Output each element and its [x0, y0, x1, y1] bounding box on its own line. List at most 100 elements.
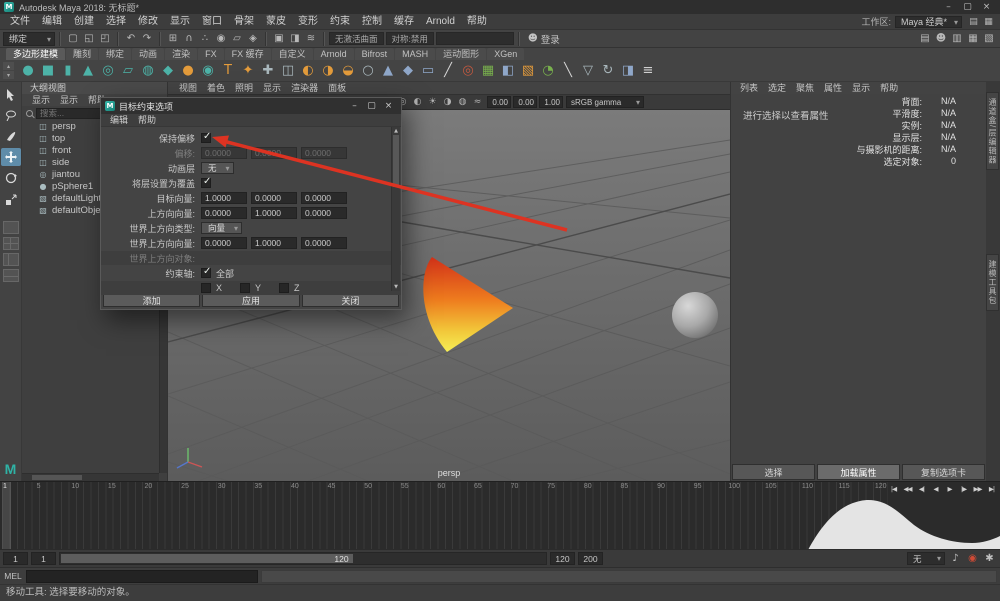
- screen-space-ao-icon[interactable]: ◍: [455, 96, 470, 109]
- menu-item[interactable]: 蒙皮: [260, 14, 292, 29]
- menu-item[interactable]: 窗口: [196, 14, 228, 29]
- select-tool-button[interactable]: [1, 85, 21, 103]
- dialog-minimize-button[interactable]: –: [346, 99, 363, 114]
- constraint-axis-y-checkbox[interactable]: [240, 283, 250, 293]
- minimize-button[interactable]: –: [939, 1, 958, 14]
- gamma-field[interactable]: [539, 96, 563, 108]
- command-input[interactable]: [26, 570, 258, 583]
- up-vector-y-field[interactable]: [251, 207, 297, 219]
- dialog-maximize-button[interactable]: ▢: [363, 99, 380, 114]
- aim-vector-z-field[interactable]: [301, 192, 347, 204]
- panel-button[interactable]: 选择: [732, 464, 815, 480]
- auto-keyframe-icon[interactable]: ◉: [965, 552, 980, 566]
- anim-preferences-icon[interactable]: ✱: [982, 552, 997, 566]
- shelf-tab[interactable]: 多边形建模: [6, 48, 65, 60]
- options-icon[interactable]: ≡: [638, 61, 658, 81]
- set-layer-override-checkbox[interactable]: [201, 178, 211, 188]
- redo-icon[interactable]: ↷: [139, 31, 155, 46]
- lighting-icon[interactable]: ☀: [425, 96, 440, 109]
- animation-start-field[interactable]: [3, 552, 28, 565]
- mel-label[interactable]: MEL: [0, 571, 26, 581]
- interface-toggle-icon[interactable]: ▦: [981, 17, 996, 27]
- snap-point-icon[interactable]: ∴: [197, 31, 213, 46]
- dialog-close-icon[interactable]: ×: [380, 99, 397, 114]
- attribute-editor-menu[interactable]: 属性: [819, 82, 847, 94]
- four-pane-layout-button[interactable]: [3, 237, 19, 250]
- menu-item[interactable]: Arnold: [420, 14, 461, 29]
- attribute-editor-menu[interactable]: 列表: [735, 82, 763, 94]
- outliner-menu[interactable]: 显示: [28, 94, 54, 106]
- step-forward-frame-icon[interactable]: |▶: [957, 483, 970, 494]
- poly-pipe-icon[interactable]: ◉: [198, 61, 218, 81]
- boolean-union-icon[interactable]: ◐: [298, 61, 318, 81]
- symmetry-icon[interactable]: ◨: [618, 61, 638, 81]
- world-up-vector-y-field[interactable]: [251, 237, 297, 249]
- snap-view-plane-icon[interactable]: ▱: [229, 31, 245, 46]
- channel-box-layer-editor-tab[interactable]: 通道盒/层编辑器: [986, 92, 999, 170]
- poly-cube-icon[interactable]: ■: [38, 61, 58, 81]
- symmetry-box[interactable]: 对称:禁用: [386, 32, 434, 45]
- world-up-vector-x-field[interactable]: [201, 237, 247, 249]
- combine-icon[interactable]: ✚: [258, 61, 278, 81]
- playback-end-field[interactable]: [550, 552, 575, 565]
- modeling-toolkit-tab[interactable]: 建模工具包: [986, 254, 999, 311]
- menu-item[interactable]: 编辑: [36, 14, 68, 29]
- mirror-icon[interactable]: ◧: [498, 61, 518, 81]
- humanik-toggle-icon[interactable]: ☻: [933, 31, 949, 46]
- play-backward-icon[interactable]: ◀: [929, 483, 942, 494]
- view-transform-dropdown[interactable]: sRGB gamma: [566, 96, 644, 108]
- spin-edge-icon[interactable]: ↻: [598, 61, 618, 81]
- poly-platonic-icon[interactable]: ◆: [158, 61, 178, 81]
- modeling-toolkit-toggle-icon[interactable]: ▤: [917, 31, 933, 46]
- aim-vector-x-field[interactable]: [201, 192, 247, 204]
- channel-box-toggle-icon[interactable]: ▧: [981, 31, 997, 46]
- step-back-frame-icon[interactable]: ◀|: [915, 483, 928, 494]
- attribute-editor-menu[interactable]: 帮助: [875, 82, 903, 94]
- offset-x-field[interactable]: [201, 147, 247, 159]
- attribute-editor-menu[interactable]: 聚焦: [791, 82, 819, 94]
- step-forward-key-icon[interactable]: ▶▶: [971, 483, 984, 494]
- sculpt-tool-icon[interactable]: ◔: [538, 61, 558, 81]
- nurbs-sphere-icon[interactable]: ●: [178, 61, 198, 81]
- poly-cone-icon[interactable]: ▲: [78, 61, 98, 81]
- smooth-icon[interactable]: ○: [358, 61, 378, 81]
- poly-text-icon[interactable]: T: [218, 61, 238, 81]
- workspace-settings-icon[interactable]: ▤: [966, 17, 981, 27]
- attribute-editor-menu[interactable]: 选定: [763, 82, 791, 94]
- bevel-icon[interactable]: ◆: [398, 61, 418, 81]
- shelf-tab[interactable]: 渲染: [165, 48, 197, 60]
- uv-editor-icon[interactable]: ▧: [518, 61, 538, 81]
- shelf-tab[interactable]: FX 缓存: [225, 48, 271, 60]
- snap-curve-icon[interactable]: ∩: [181, 31, 197, 46]
- open-scene-icon[interactable]: ◱: [81, 31, 97, 46]
- maintain-offset-checkbox[interactable]: [201, 133, 211, 143]
- viewport-menu[interactable]: 着色: [202, 82, 230, 94]
- animation-layer-dropdown[interactable]: 无: [201, 162, 234, 174]
- two-pane-side-layout-button[interactable]: [3, 253, 19, 266]
- menu-item[interactable]: 控制: [356, 14, 388, 29]
- viewport-menu[interactable]: 面板: [323, 82, 351, 94]
- viewport-menu[interactable]: 渲染器: [286, 82, 323, 94]
- lasso-tool-button[interactable]: [1, 106, 21, 124]
- playback-start-field[interactable]: [31, 552, 56, 565]
- world-up-vector-z-field[interactable]: [301, 237, 347, 249]
- boolean-intersection-icon[interactable]: ◒: [338, 61, 358, 81]
- menu-item[interactable]: 缓存: [388, 14, 420, 29]
- sound-icon[interactable]: ♪: [948, 552, 963, 566]
- shelf-tab[interactable]: XGen: [487, 48, 524, 60]
- viewport-menu[interactable]: 视图: [174, 82, 202, 94]
- character-set-dropdown[interactable]: 无: [907, 552, 945, 565]
- up-vector-z-field[interactable]: [301, 207, 347, 219]
- offset-z-field[interactable]: [301, 147, 347, 159]
- motion-blur-icon[interactable]: ≈: [470, 96, 485, 109]
- up-vector-x-field[interactable]: [201, 207, 247, 219]
- poly-torus-icon[interactable]: ◎: [98, 61, 118, 81]
- aim-vector-y-field[interactable]: [251, 192, 297, 204]
- dialog-titlebar[interactable]: M 目标约束选项 – ▢ ×: [101, 98, 401, 114]
- shelf-switcher[interactable]: ▴▾: [3, 62, 14, 79]
- multi-cut-icon[interactable]: ╱: [438, 61, 458, 81]
- world-up-type-dropdown[interactable]: 向量: [201, 222, 242, 234]
- menu-item[interactable]: 文件: [4, 14, 36, 29]
- panel-button[interactable]: 复制选项卡: [902, 464, 985, 480]
- step-back-key-icon[interactable]: ◀◀: [901, 483, 914, 494]
